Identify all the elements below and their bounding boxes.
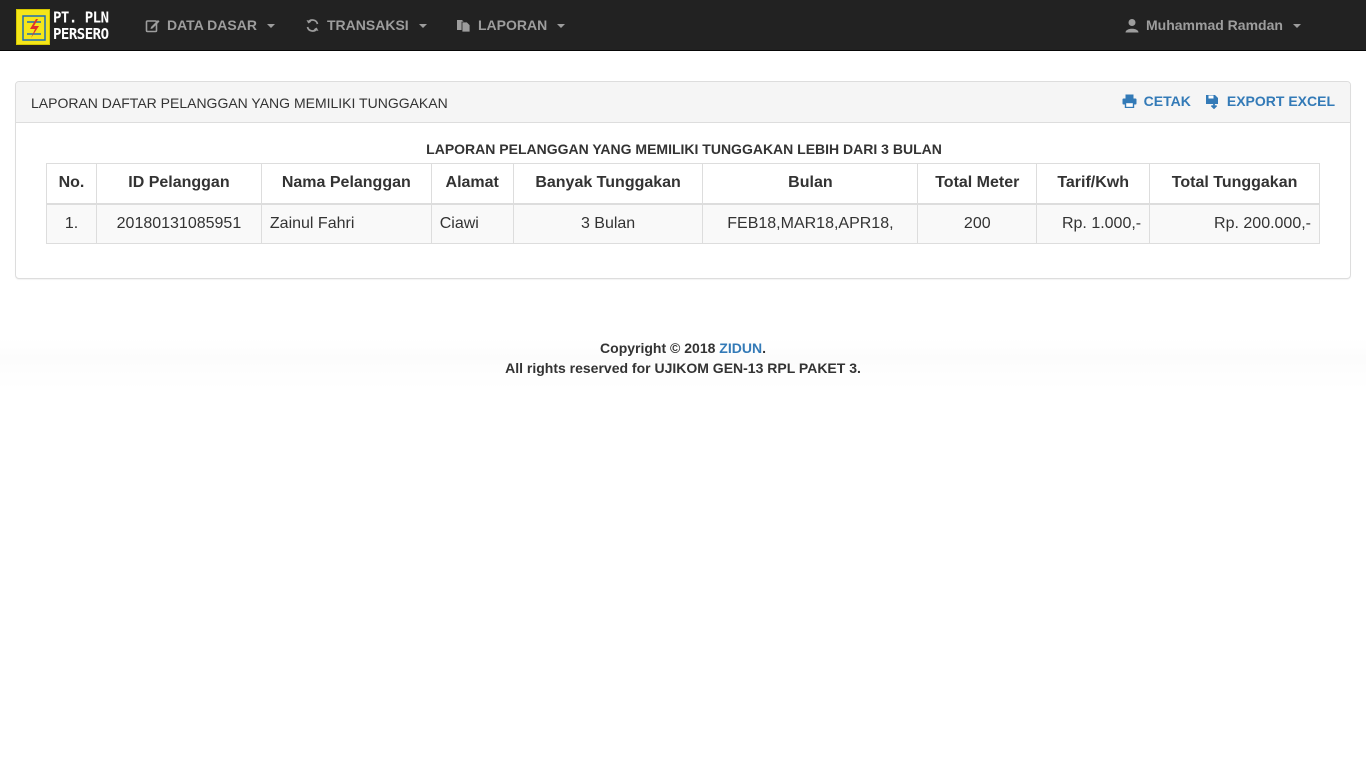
chevron-down-icon <box>266 24 275 28</box>
cell-tarif-kwh: Rp. 1.000,- <box>1036 203 1151 244</box>
report-panel: LAPORAN DAFTAR PELANGGAN YANG MEMILIKI T… <box>15 81 1351 279</box>
column-header-no: No. <box>46 163 97 205</box>
brand-logo-link[interactable]: PT. PLN PERSERO <box>16 9 116 45</box>
rights-line: All rights reserved for UJIKOM GEN-13 RP… <box>505 360 861 376</box>
chevron-down-icon <box>1292 24 1301 28</box>
cell-alamat: Ciawi <box>430 203 514 244</box>
cell-id-pelanggan: 20180131085951 <box>95 203 262 244</box>
cell-nama-pelanggan: Zainul Fahri <box>260 203 432 244</box>
top-navbar: PT. PLN PERSERO DATA DASAR TRANSAKSI LAP… <box>0 0 1366 51</box>
column-header-total-meter: Total Meter <box>917 163 1038 205</box>
page-footer: Copyright © 2018 ZIDUN. All rights reser… <box>0 338 1366 390</box>
print-label: CETAK <box>1143 93 1191 109</box>
table-row: 1. 20180131085951 Zainul Fahri Ciawi 3 B… <box>46 203 1320 244</box>
nav-transaksi-label: TRANSAKSI <box>327 17 409 33</box>
print-button[interactable]: CETAK <box>1122 93 1191 109</box>
nav-data-dasar[interactable]: DATA DASAR <box>145 0 275 50</box>
chevron-down-icon <box>557 24 566 28</box>
cell-no: 1. <box>46 203 97 244</box>
brand-line1: PT. PLN <box>53 9 109 27</box>
nav-data-dasar-label: DATA DASAR <box>167 17 257 33</box>
edit-icon <box>145 18 160 33</box>
column-header-nama-pelanggan: Nama Pelanggan <box>260 163 432 205</box>
column-header-banyak-tunggakan: Banyak Tunggakan <box>512 163 704 205</box>
nav-transaksi[interactable]: TRANSAKSI <box>305 0 427 50</box>
copyright-suffix: . <box>762 340 766 356</box>
export-excel-button[interactable]: EXPORT EXCEL <box>1205 93 1335 109</box>
nav-laporan[interactable]: LAPORAN <box>456 0 566 50</box>
nav-laporan-label: LAPORAN <box>478 17 548 33</box>
arrears-table: No. ID Pelanggan Nama Pelanggan Alamat B… <box>46 163 1320 244</box>
copyright-link[interactable]: ZIDUN <box>719 340 762 356</box>
column-header-id-pelanggan: ID Pelanggan <box>95 163 262 205</box>
report-title: LAPORAN PELANGGAN YANG MEMILIKI TUNGGAKA… <box>426 141 942 157</box>
panel-heading: LAPORAN DAFTAR PELANGGAN YANG MEMILIKI T… <box>16 82 1350 123</box>
column-header-alamat: Alamat <box>430 163 514 205</box>
panel-title: LAPORAN DAFTAR PELANGGAN YANG MEMILIKI T… <box>31 95 448 111</box>
copyright-line: Copyright © 2018 ZIDUN. <box>0 338 1366 358</box>
chevron-down-icon <box>418 24 427 28</box>
cell-total-meter: 200 <box>917 203 1038 244</box>
pln-lightning-logo-icon <box>16 9 50 45</box>
copyright-prefix: Copyright © 2018 <box>600 340 720 356</box>
column-header-bulan: Bulan <box>702 163 919 205</box>
nav-user-menu[interactable]: Muhammad Ramdan <box>1125 0 1301 50</box>
column-header-tarif-kwh: Tarif/Kwh <box>1036 163 1151 205</box>
cell-total-tunggakan: Rp. 200.000,- <box>1149 203 1320 244</box>
export-excel-label: EXPORT EXCEL <box>1226 93 1335 109</box>
cell-bulan: FEB18,MAR18,APR18, <box>702 203 919 244</box>
brand-line2: PERSERO <box>53 25 109 44</box>
refresh-icon <box>305 18 320 33</box>
save-file-icon <box>1205 94 1220 109</box>
brand-text: PT. PLN PERSERO <box>53 9 109 44</box>
panel-actions: CETAK EXPORT EXCEL <box>1122 93 1335 109</box>
column-header-total-tunggakan: Total Tunggakan <box>1149 163 1320 205</box>
user-icon <box>1125 18 1139 33</box>
user-name: Muhammad Ramdan <box>1146 17 1283 33</box>
cell-banyak-tunggakan: 3 Bulan <box>512 203 704 244</box>
table-header-row: No. ID Pelanggan Nama Pelanggan Alamat B… <box>46 163 1320 205</box>
documents-icon <box>456 18 471 33</box>
print-icon <box>1122 94 1137 108</box>
